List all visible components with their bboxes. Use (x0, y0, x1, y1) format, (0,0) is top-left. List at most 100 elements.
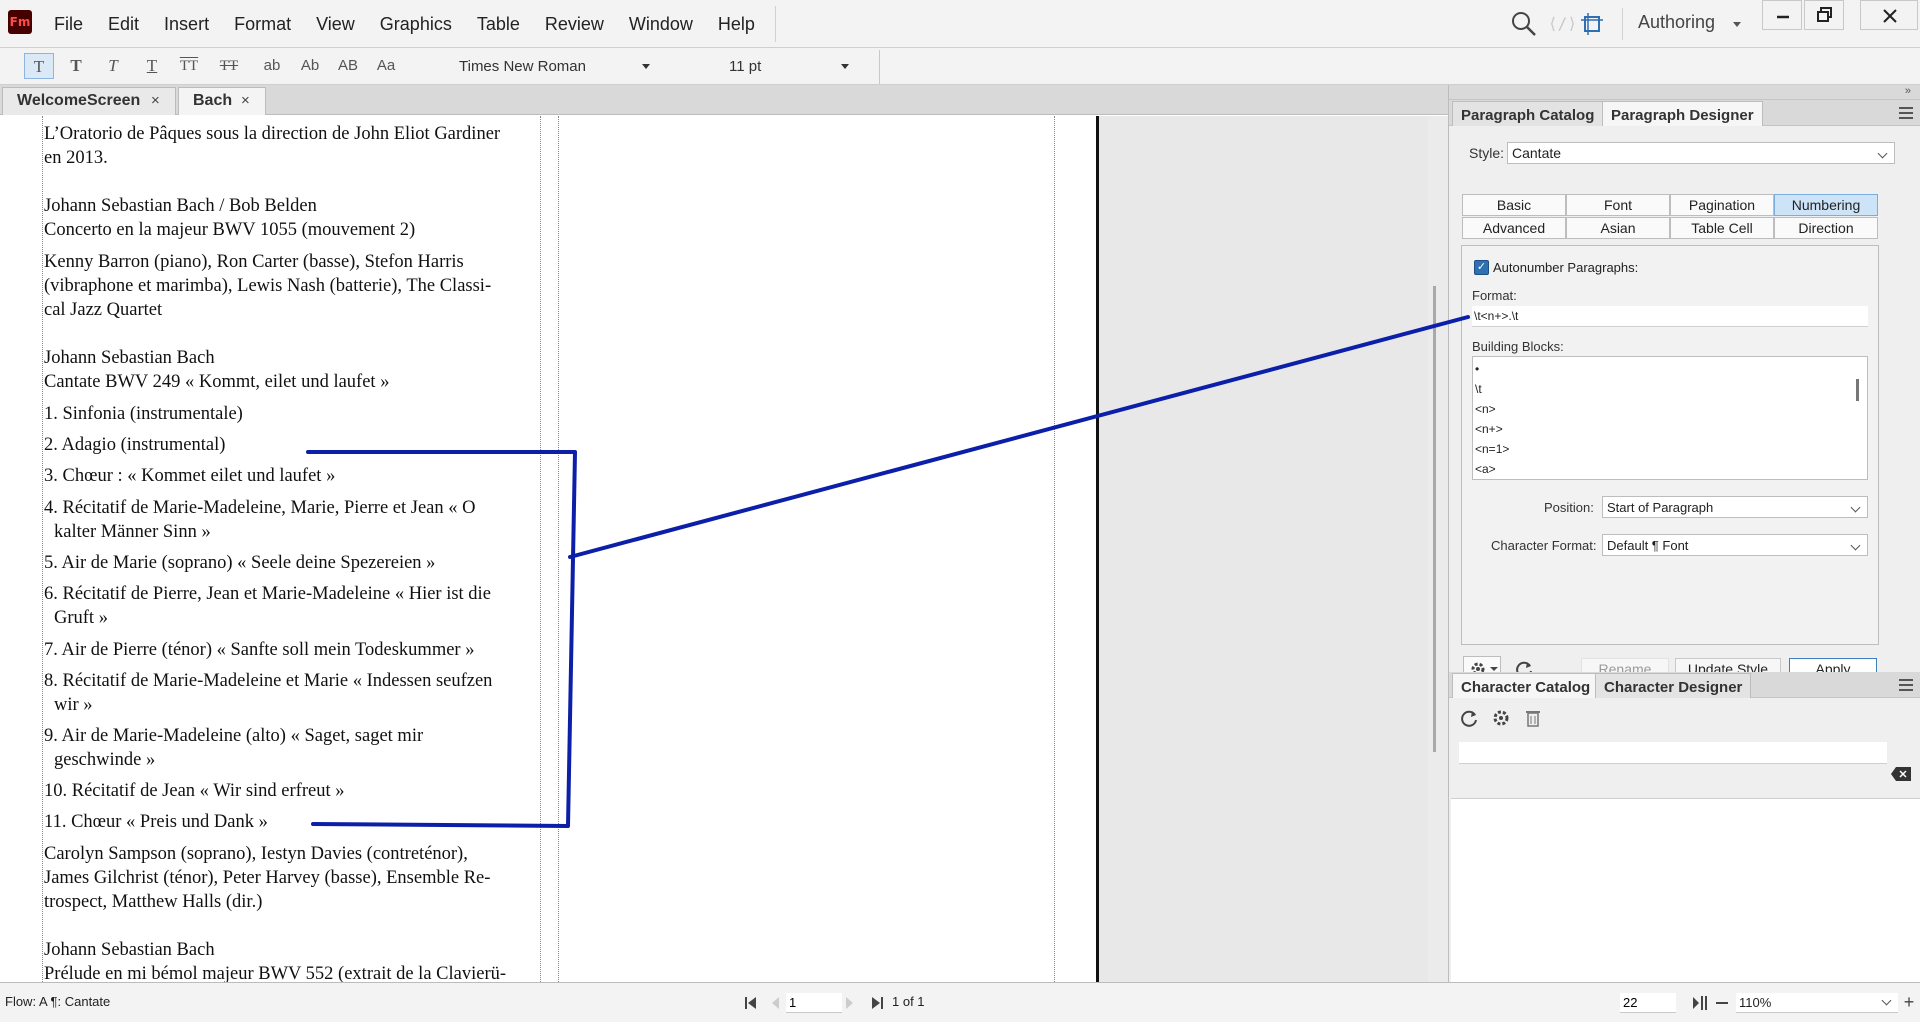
text-line: cal Jazz Quartet (44, 300, 163, 320)
subtab-direction[interactable]: Direction (1774, 217, 1878, 239)
menu-table[interactable]: Table (477, 14, 520, 35)
clear-icon[interactable] (1891, 767, 1911, 781)
list-item: 5. Air de Marie (soprano) « Seele deine … (44, 553, 436, 573)
app-logo: Fm (8, 10, 32, 34)
list-item: 10. Récitatif de Jean « Wir sind erfreut… (44, 781, 345, 801)
tab-character-catalog[interactable]: Character Catalog (1452, 673, 1600, 698)
subtab-pagination[interactable]: Pagination (1670, 194, 1774, 216)
tab-character-designer[interactable]: Character Designer (1595, 673, 1752, 698)
tab-paragraph-catalog[interactable]: Paragraph Catalog (1452, 101, 1604, 126)
flow-status: Flow: A ¶: Cantate (5, 994, 111, 1009)
list-item[interactable]: <n> (1475, 399, 1865, 419)
panel-menu-icon[interactable] (1899, 679, 1913, 691)
overline-button[interactable]: TT (174, 53, 204, 79)
font-size-select[interactable]: 11 pt (729, 58, 761, 75)
style-select[interactable]: Cantate (1507, 142, 1895, 164)
list-item-continuation: geschwinde » (54, 750, 156, 770)
fit-page-icon[interactable] (1692, 994, 1708, 1012)
menu-help[interactable]: Help (718, 14, 755, 35)
building-blocks-list[interactable]: • \t <n> <n+> <n=1> <a> (1472, 356, 1868, 480)
format-input[interactable] (1472, 306, 1868, 327)
initial-caps-button[interactable]: Ab (295, 53, 325, 79)
menu-review[interactable]: Review (545, 14, 604, 35)
text-line: Concerto en la majeur BWV 1055 (mouvemen… (44, 220, 416, 240)
menu-graphics[interactable]: Graphics (380, 14, 452, 35)
format-label: Format: (1472, 288, 1517, 303)
character-format-list[interactable] (1451, 798, 1920, 982)
previous-page-icon[interactable] (772, 997, 779, 1009)
bold-button[interactable]: T (61, 53, 91, 79)
chevron-down-icon[interactable] (642, 64, 650, 69)
character-search-input[interactable] (1459, 742, 1887, 764)
autonumber-checkbox[interactable]: ✓ (1474, 260, 1489, 275)
chevron-down-icon[interactable] (1733, 22, 1741, 27)
lowercase-button[interactable]: ab (257, 53, 287, 79)
subtab-asian[interactable]: Asian (1566, 217, 1670, 239)
menu-view[interactable]: View (316, 14, 355, 35)
character-format-select[interactable]: Default ¶ Font (1602, 534, 1868, 556)
status-number-field[interactable] (1620, 993, 1676, 1013)
text-line: Johann Sebastian Bach / Bob Belden (44, 196, 317, 216)
position-select[interactable]: Start of Paragraph (1602, 496, 1868, 518)
subtab-numbering[interactable]: Numbering (1774, 194, 1878, 216)
zoom-out-icon[interactable] (1716, 1002, 1728, 1004)
last-page-icon[interactable] (870, 995, 884, 1011)
subtab-basic[interactable]: Basic (1462, 194, 1566, 216)
restore-button[interactable] (1804, 0, 1844, 30)
page-number-input[interactable] (786, 993, 842, 1013)
code-view-icon[interactable]: ⟨/⟩ (1548, 12, 1577, 36)
menu-insert[interactable]: Insert (164, 14, 209, 35)
list-item[interactable]: <n=1> (1475, 439, 1865, 459)
list-item[interactable]: • (1475, 359, 1865, 379)
zoom-select[interactable]: 110% (1736, 993, 1898, 1013)
zoom-in-icon[interactable]: + (1902, 993, 1916, 1011)
menu-format[interactable]: Format (234, 14, 291, 35)
position-value: Start of Paragraph (1607, 500, 1714, 515)
scrollbar-thumb[interactable] (1856, 379, 1859, 401)
first-page-icon[interactable] (744, 995, 758, 1011)
menu-file[interactable]: File (54, 14, 83, 35)
underline-button[interactable]: T (137, 53, 167, 79)
close-icon[interactable]: × (151, 92, 160, 109)
plain-text-button[interactable]: T (24, 53, 54, 79)
refresh-icon[interactable] (1457, 706, 1481, 730)
menu-window[interactable]: Window (629, 14, 693, 35)
workspace-switcher[interactable]: Authoring (1638, 12, 1715, 33)
chevron-down-icon[interactable] (841, 64, 849, 69)
scrollbar-thumb[interactable] (1433, 286, 1436, 752)
search-icon[interactable] (1510, 10, 1538, 38)
close-window-button[interactable] (1860, 0, 1918, 30)
subtab-font[interactable]: Font (1566, 194, 1670, 216)
list-item[interactable]: <a> (1475, 459, 1865, 479)
document-canvas[interactable]: L’Oratorio de Pâques sous la direction d… (0, 116, 1448, 982)
minimize-button[interactable] (1762, 0, 1802, 30)
list-item[interactable]: \t (1475, 379, 1865, 399)
list-item: 7. Air de Pierre (ténor) « Sanfte soll m… (44, 640, 475, 660)
gear-icon[interactable] (1489, 706, 1513, 730)
italic-button[interactable]: T (98, 53, 128, 79)
subtab-table-cell[interactable]: Table Cell (1670, 217, 1774, 239)
list-item[interactable]: <n+> (1475, 419, 1865, 439)
frame-tool-icon[interactable] (1578, 10, 1606, 38)
list-item-continuation: kalter Männer Sinn » (54, 522, 211, 542)
text-line: Johann Sebastian Bach (44, 940, 215, 960)
tab-label: Bach (193, 92, 233, 109)
tab-welcome-screen[interactable]: WelcomeScreen × (2, 87, 176, 115)
panel-menu-icon[interactable] (1899, 107, 1913, 119)
uppercase-button[interactable]: AB (333, 53, 363, 79)
strikethrough-button[interactable]: TT (214, 53, 244, 79)
menu-list: File Edit Insert Format View Graphics Ta… (54, 0, 780, 48)
delete-icon[interactable] (1521, 706, 1545, 730)
font-family-select[interactable]: Times New Roman (459, 58, 586, 75)
change-case-button[interactable]: Aa (371, 53, 401, 79)
menu-edit[interactable]: Edit (108, 14, 139, 35)
tab-paragraph-designer[interactable]: Paragraph Designer (1602, 101, 1763, 126)
close-icon[interactable]: × (241, 92, 250, 109)
next-page-icon[interactable] (846, 997, 853, 1009)
vertical-scrollbar[interactable] (1428, 116, 1448, 982)
pasteboard (1096, 116, 1448, 982)
subtab-advanced[interactable]: Advanced (1462, 217, 1566, 239)
collapse-panel-icon[interactable]: » (1905, 85, 1911, 97)
tab-bach[interactable]: Bach × (178, 87, 266, 115)
tab-label: WelcomeScreen (17, 92, 141, 109)
